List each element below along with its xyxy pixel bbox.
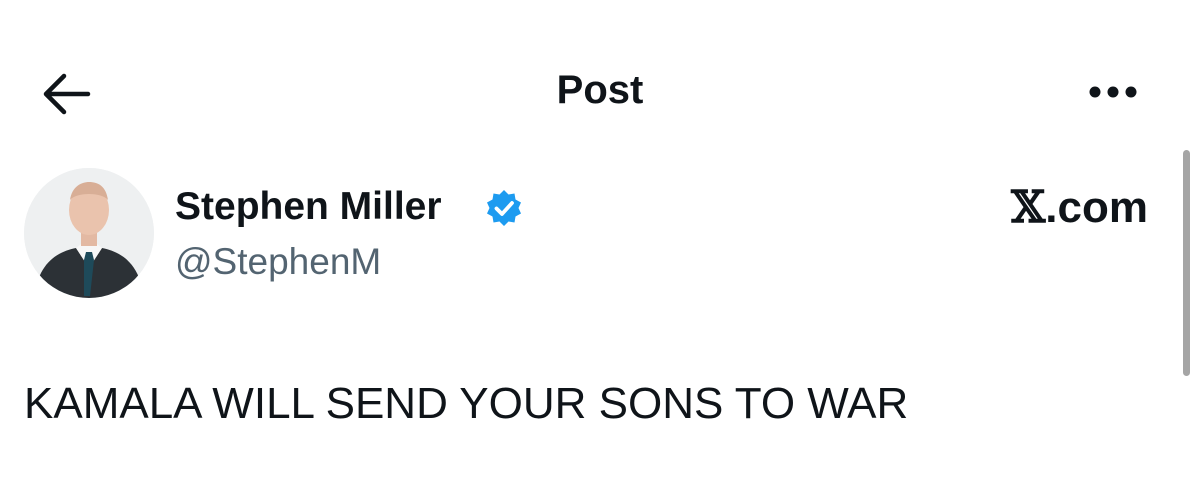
post-text: KAMALA WILL SEND YOUR SONS TO WAR xyxy=(24,379,909,428)
author-name[interactable]: Stephen Miller xyxy=(175,183,442,231)
page-title: Post xyxy=(556,68,644,112)
scrollbar[interactable] xyxy=(1183,150,1190,376)
avatar[interactable] xyxy=(24,168,154,298)
x-brand-watermark: 𝕏.com xyxy=(1011,182,1148,234)
more-options-button[interactable] xyxy=(1082,78,1144,106)
post-header: Post xyxy=(0,0,1200,150)
more-horizontal-icon xyxy=(1082,86,1144,110)
x-logo-icon: 𝕏 xyxy=(1011,182,1046,233)
verified-badge-icon xyxy=(484,188,524,228)
brand-domain: .com xyxy=(1045,183,1148,232)
author-handle[interactable]: @StephenM xyxy=(175,239,381,285)
